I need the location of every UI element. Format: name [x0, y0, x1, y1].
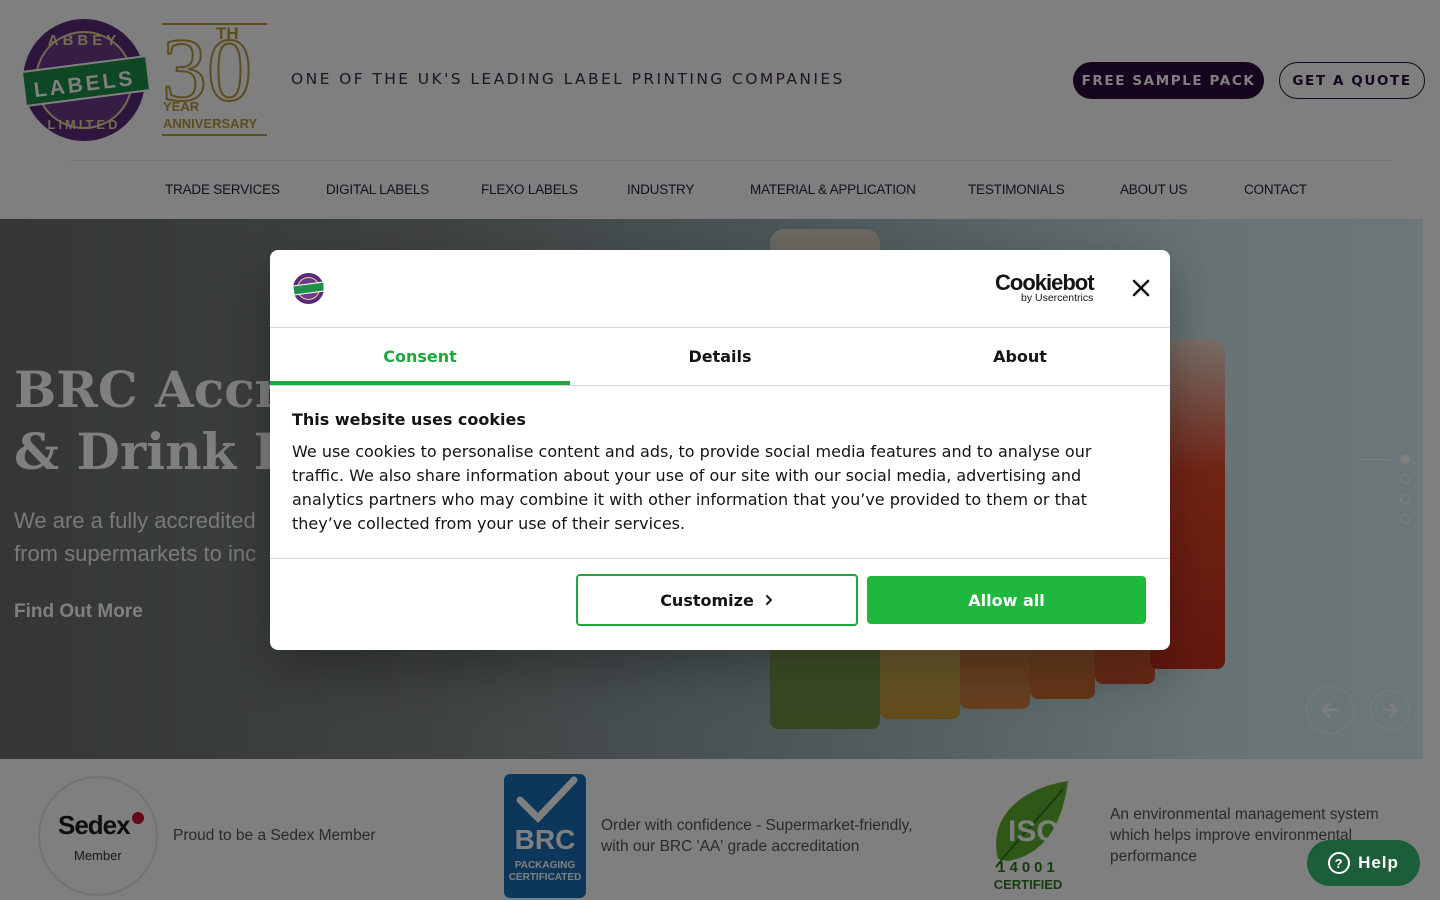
help-label: Help: [1358, 853, 1399, 872]
question-icon: ?: [1328, 852, 1351, 874]
cookiebot-byline: by Usercentrics: [1021, 292, 1094, 304]
tab-details[interactable]: Details: [570, 327, 870, 385]
allow-all-button[interactable]: Allow all: [867, 576, 1146, 624]
cookie-description-line1: We use cookies to personalise content an…: [292, 442, 1092, 461]
chevron-right-icon: [765, 595, 772, 605]
close-icon[interactable]: [1130, 277, 1152, 299]
customize-label: Customize: [660, 590, 754, 610]
cookie-description-line4: they’ve collected from your use of their…: [292, 514, 686, 533]
cookie-heading: This website uses cookies: [292, 410, 526, 429]
dialog-footer-divider: [270, 558, 1170, 559]
site-logo-small: [292, 273, 325, 304]
customize-button[interactable]: Customize: [576, 574, 858, 626]
tab-consent[interactable]: Consent: [270, 327, 570, 385]
cookie-consent-dialog: Cookiebot by Usercentrics Consent Detail…: [270, 250, 1170, 650]
tabs-divider: [270, 385, 1170, 386]
cookie-description-line3: analytics partners who may combine it wi…: [292, 490, 1088, 509]
cookie-description: We use cookies to personalise content an…: [292, 440, 1132, 536]
tab-about[interactable]: About: [870, 327, 1170, 385]
help-button[interactable]: ? Help: [1307, 840, 1420, 886]
cookie-description-line2: traffic. We also share information about…: [292, 466, 1082, 485]
